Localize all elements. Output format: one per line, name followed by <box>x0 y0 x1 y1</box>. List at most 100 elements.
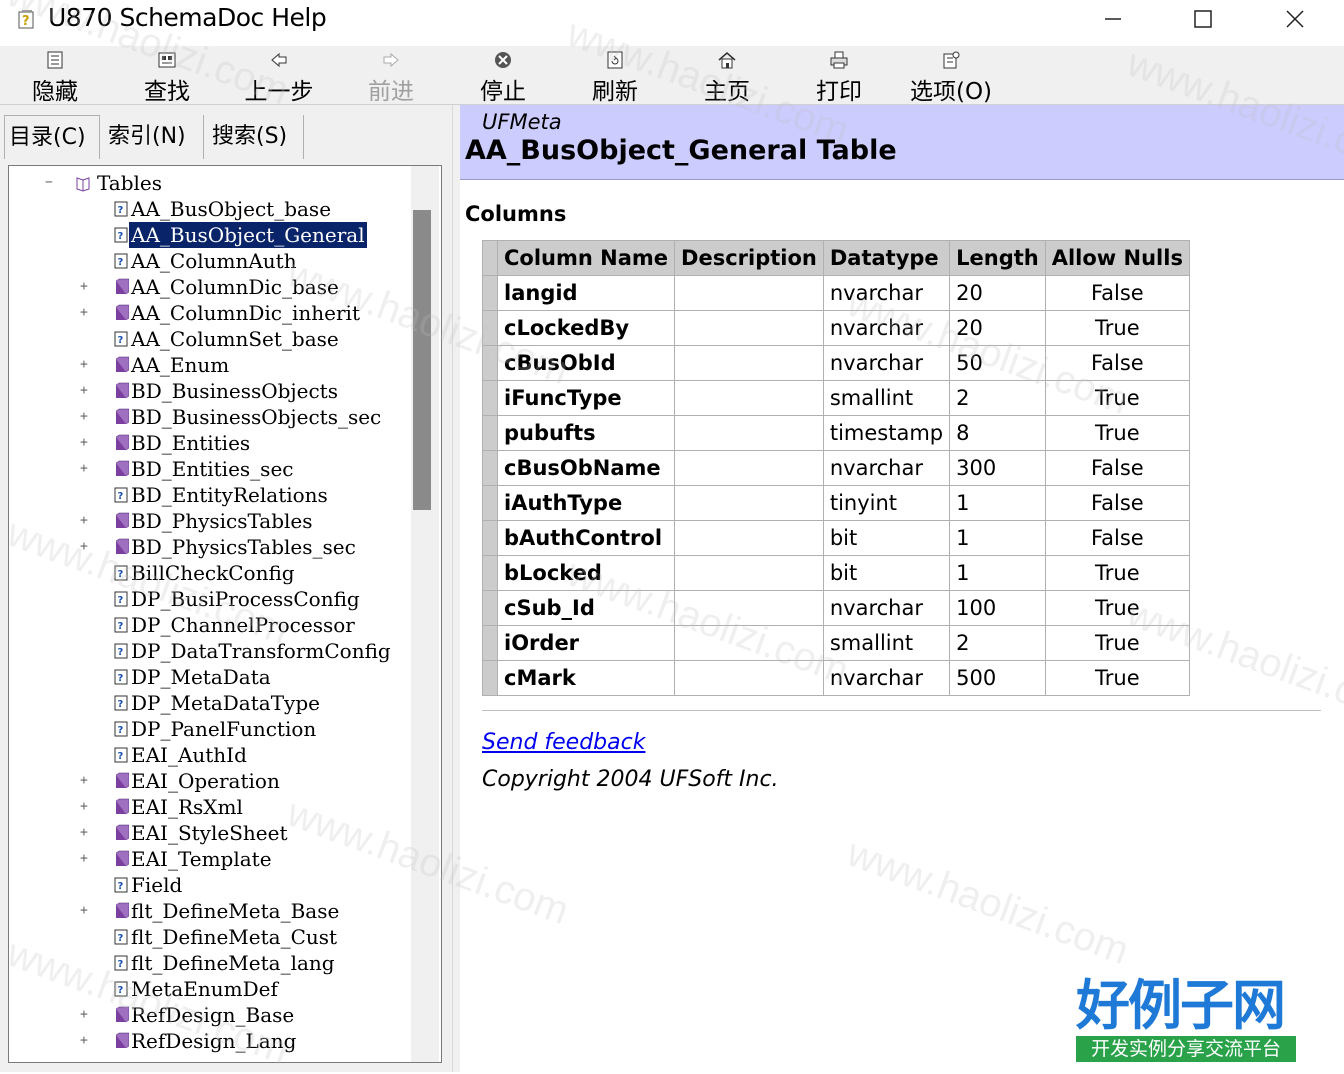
length-cell: 500 <box>949 660 1046 696</box>
column-name-cell: pubufts <box>496 415 676 451</box>
allow-nulls-cell: True <box>1044 660 1190 696</box>
tree-item-label: BD_BusinessObjects <box>131 379 338 403</box>
logo-title: 好例子网 <box>1076 974 1286 1037</box>
expand-icon[interactable]: + <box>80 384 90 397</box>
column-name-cell: iOrder <box>496 625 676 661</box>
allow-nulls-cell: True <box>1044 590 1190 626</box>
home-icon <box>718 52 736 69</box>
forward-arrow-icon <box>383 52 399 68</box>
column-name-cell: iFuncType <box>496 380 676 416</box>
options-button[interactable]: 选项(O) <box>901 46 1001 105</box>
tree-item-label: DP_BusiProcessConfig <box>131 587 360 611</box>
expand-icon[interactable]: + <box>80 462 90 475</box>
allow-nulls-cell: False <box>1044 520 1190 556</box>
contents-tree: − Tables ? AA_BusObject_base? AA_BusObject… <box>9 166 407 1062</box>
table-row: iAuthType tinyint 1 False <box>482 485 1190 521</box>
scrollbar-thumb[interactable] <box>413 210 431 510</box>
refresh-button[interactable]: 刷新 <box>565 46 665 105</box>
closed-book-icon <box>115 278 129 295</box>
hide-button[interactable]: 隐藏 <box>5 46 105 105</box>
allow-nulls-cell: True <box>1044 415 1190 451</box>
row-stub <box>482 485 498 521</box>
tree-root-label: Tables <box>97 171 163 195</box>
length-cell: 20 <box>949 310 1046 346</box>
expand-icon[interactable]: + <box>80 540 90 553</box>
expand-icon[interactable]: + <box>80 1008 90 1021</box>
description-cell <box>674 485 824 521</box>
tree-item-label: AA_BusObject_General <box>128 221 368 249</box>
row-stub-header <box>482 240 498 276</box>
description-cell <box>674 345 824 381</box>
expand-icon[interactable]: + <box>80 436 90 449</box>
minimize-button[interactable] <box>1068 0 1158 38</box>
expand-icon[interactable]: + <box>80 358 90 371</box>
tab-search[interactable]: 搜索(S) <box>208 115 304 159</box>
length-cell: 1 <box>949 555 1046 591</box>
length-cell: 100 <box>949 590 1046 626</box>
close-icon <box>1286 10 1304 28</box>
expand-icon[interactable]: + <box>80 774 90 787</box>
datatype-cell: nvarchar <box>822 590 951 626</box>
collapse-icon[interactable]: − <box>45 176 55 189</box>
expand-icon[interactable]: + <box>80 826 90 839</box>
expand-icon[interactable]: + <box>80 800 90 813</box>
closed-book-icon <box>115 408 129 425</box>
tree-item-label: RefDesign_Base <box>131 1003 295 1027</box>
options-label: 选项(O) <box>909 79 993 105</box>
tab-contents[interactable]: 目录(C) <box>4 115 100 159</box>
print-button[interactable]: 打印 <box>789 46 889 105</box>
closed-book-icon <box>115 772 129 789</box>
expand-icon[interactable]: + <box>80 410 90 423</box>
tree-item-label: BD_BusinessObjects_sec <box>131 405 382 429</box>
tree-item-label: AA_Enum <box>131 353 230 377</box>
navigation-pane: 目录(C) 索引(N) 搜索(S) − Tables ? AA_BusObject… <box>0 105 452 1072</box>
table-row: bLocked bit 1 True <box>482 555 1190 591</box>
row-stub <box>482 345 498 381</box>
closed-book-icon <box>115 434 129 451</box>
title-bar: ? U870 SchemaDoc Help <box>0 0 1344 38</box>
description-cell <box>674 590 824 626</box>
tree-item-label: Field <box>131 873 183 897</box>
expand-icon[interactable]: + <box>80 306 90 319</box>
description-cell <box>674 625 824 661</box>
closed-book-icon <box>115 356 129 373</box>
tree-item-label: RefDesign_Lang <box>131 1029 297 1053</box>
tab-index[interactable]: 索引(N) <box>104 115 204 159</box>
allow-nulls-cell: False <box>1044 450 1190 486</box>
help-page-icon: ? <box>114 227 128 243</box>
home-button[interactable]: 主页 <box>677 46 777 105</box>
svg-text:?: ? <box>118 491 124 502</box>
help-page-icon: ? <box>114 643 128 659</box>
expand-icon[interactable]: + <box>80 904 90 917</box>
help-page-icon: ? <box>114 201 128 217</box>
allow-nulls-cell: False <box>1044 275 1190 311</box>
back-button[interactable]: 上一步 <box>229 46 329 105</box>
section-heading: Columns <box>465 202 567 226</box>
tree-scrollbar[interactable] <box>411 166 439 1062</box>
forward-button[interactable]: 前进 <box>341 46 441 105</box>
maximize-button[interactable] <box>1158 0 1248 38</box>
table-header-row: Column Name Description Datatype Length … <box>482 240 1190 276</box>
length-cell: 1 <box>949 520 1046 556</box>
find-button[interactable]: 查找 <box>117 46 217 105</box>
find-label: 查找 <box>144 79 190 105</box>
row-stub <box>482 590 498 626</box>
tree-item-label: AA_ColumnAuth <box>131 249 297 273</box>
columns-table: Column Name Description Datatype Length … <box>482 240 1190 696</box>
expand-icon[interactable]: + <box>80 852 90 865</box>
help-page-icon: ? <box>114 591 128 607</box>
tree-item-label: DP_ChannelProcessor <box>131 613 355 637</box>
expand-icon[interactable]: + <box>80 1034 90 1047</box>
closed-book-icon <box>115 798 129 815</box>
contents-tree-frame: − Tables ? AA_BusObject_base? AA_BusObject… <box>8 165 442 1063</box>
description-cell <box>674 555 824 591</box>
stop-button[interactable]: 停止 <box>453 46 553 105</box>
row-stub <box>482 310 498 346</box>
svg-text:?: ? <box>118 595 124 606</box>
expand-icon[interactable]: + <box>80 514 90 527</box>
close-button[interactable] <box>1250 0 1340 38</box>
send-feedback-link[interactable]: Send feedback <box>482 730 645 755</box>
table-row: cBusObName nvarchar 300 False <box>482 450 1190 486</box>
options-icon <box>943 51 960 69</box>
expand-icon[interactable]: + <box>80 280 90 293</box>
